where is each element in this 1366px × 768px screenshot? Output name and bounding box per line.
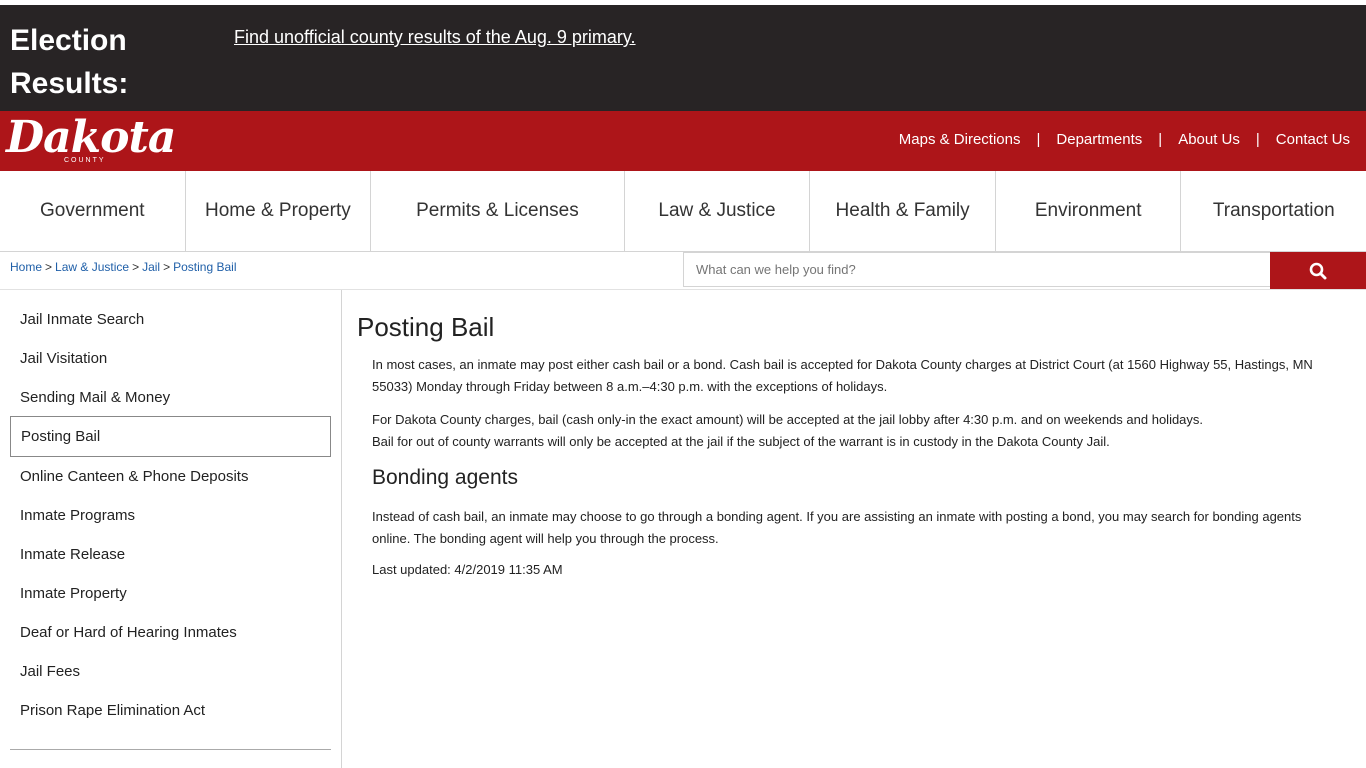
nav-item-permits-licenses[interactable]: Permits & Licenses [371, 171, 625, 251]
election-results-link[interactable]: Find unofficial county results of the Au… [234, 27, 636, 48]
nav-item-law-justice[interactable]: Law & Justice [625, 171, 811, 251]
breadcrumb-law-justice[interactable]: Law & Justice [55, 260, 129, 274]
breadcrumb: Home > Law & Justice > Jail > Posting Bail [10, 260, 237, 274]
breadcrumb-separator: > [45, 260, 53, 274]
nav-item-home-property[interactable]: Home & Property [186, 171, 372, 251]
bonding-agents-heading: Bonding agents [372, 466, 518, 489]
nav-item-environment[interactable]: Environment [996, 171, 1182, 251]
utility-nav: Maps & Directions | Departments | About … [899, 131, 1350, 148]
sidebar-item-inmate-release[interactable]: Inmate Release [10, 535, 331, 574]
lobby-bail-paragraph: For Dakota County charges, bail (cash on… [372, 412, 1204, 427]
bonding-agents-paragraph: Instead of cash bail, an inmate may choo… [372, 509, 1302, 546]
sidebar-item-jail-visitation[interactable]: Jail Visitation [10, 339, 331, 378]
sidebar-item-online-canteen[interactable]: Online Canteen & Phone Deposits [10, 457, 331, 496]
intro-paragraph: In most cases, an inmate may post either… [372, 357, 1313, 394]
util-link-maps-directions[interactable]: Maps & Directions [899, 131, 1021, 148]
util-link-departments[interactable]: Departments [1056, 131, 1142, 148]
sidebar-item-deaf-hard-of-hearing[interactable]: Deaf or Hard of Hearing Inmates [10, 613, 331, 652]
sidebar-item-inmate-property[interactable]: Inmate Property [10, 574, 331, 613]
breadcrumb-search-row: Home > Law & Justice > Jail > Posting Bail [0, 252, 1366, 290]
logo-wordmark: Dakota [6, 112, 176, 163]
sidebar-item-jail-inmate-search[interactable]: Jail Inmate Search [10, 300, 331, 339]
sidebar: Jail Inmate Search Jail Visitation Sendi… [0, 290, 342, 768]
nav-item-government[interactable]: Government [0, 171, 186, 251]
election-alert-bar: Election Results: Find unofficial county… [0, 5, 1366, 111]
sidebar-item-jail-fees[interactable]: Jail Fees [10, 652, 331, 691]
main-nav: Government Home & Property Permits & Lic… [0, 171, 1366, 252]
util-separator: | [1158, 131, 1163, 148]
search-button[interactable] [1270, 252, 1366, 289]
util-link-about-us[interactable]: About Us [1178, 131, 1240, 148]
sidebar-item-sending-mail-money[interactable]: Sending Mail & Money [10, 378, 331, 417]
page-title: Posting Bail [357, 312, 495, 342]
logo-subtext: COUNTY [64, 157, 106, 164]
nav-item-health-family[interactable]: Health & Family [810, 171, 996, 251]
sidebar-divider [10, 749, 331, 750]
util-separator: | [1255, 131, 1260, 148]
out-of-county-paragraph: Bail for out of county warrants will onl… [372, 434, 1110, 449]
breadcrumb-jail[interactable]: Jail [142, 260, 160, 274]
last-updated: Last updated: 4/2/2019 11:35 AM [372, 562, 563, 577]
breadcrumb-home[interactable]: Home [10, 260, 42, 274]
util-link-contact-us[interactable]: Contact Us [1276, 131, 1350, 148]
breadcrumb-posting-bail[interactable]: Posting Bail [173, 260, 236, 274]
nav-item-transportation[interactable]: Transportation [1181, 171, 1366, 251]
dakota-county-logo[interactable]: Dakota COUNTY [4, 113, 176, 169]
sidebar-item-posting-bail[interactable]: Posting Bail [10, 416, 331, 457]
breadcrumb-separator: > [163, 260, 171, 274]
util-separator: | [1036, 131, 1041, 148]
breadcrumb-separator: > [132, 260, 140, 274]
alert-title: Election Results: [10, 24, 129, 100]
search-input[interactable] [683, 252, 1271, 287]
brand-bar: Dakota COUNTY Maps & Directions | Depart… [0, 111, 1366, 171]
search-icon [1309, 262, 1327, 279]
sidebar-item-inmate-programs[interactable]: Inmate Programs [10, 496, 331, 535]
sidebar-item-prea[interactable]: Prison Rape Elimination Act [10, 691, 331, 730]
